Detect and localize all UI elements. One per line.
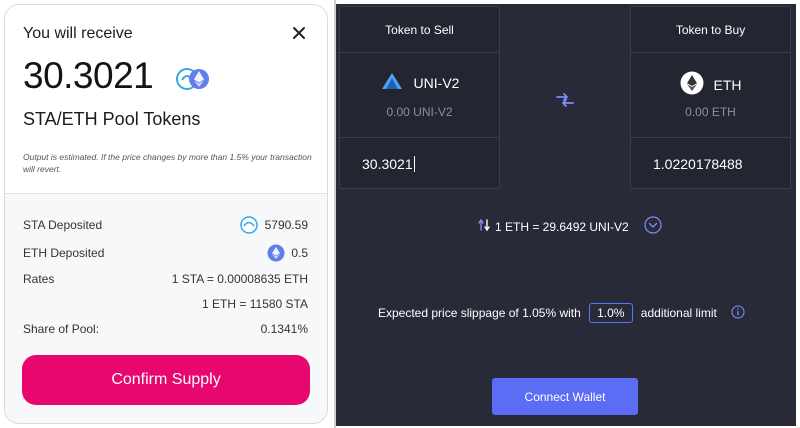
buy-token-symbol: ETH bbox=[713, 76, 742, 93]
buy-token-balance: 0.00 ETH bbox=[685, 105, 736, 119]
confirm-supply-button[interactable]: Confirm Supply bbox=[22, 355, 310, 405]
info-icon[interactable] bbox=[731, 304, 745, 322]
share-of-pool-value: 0.1341% bbox=[260, 322, 308, 336]
buy-amount-input[interactable]: 1.0220178488 bbox=[631, 138, 790, 190]
share-of-pool-label: Share of Pool: bbox=[23, 322, 100, 336]
exchange-rate-text: 1 ETH = 29.6492 UNI-V2 bbox=[495, 219, 629, 234]
sell-token-symbol: UNI-V2 bbox=[413, 74, 460, 91]
eth-deposited-value: 0.5 bbox=[291, 246, 308, 260]
sell-amount-input[interactable]: 30.3021 bbox=[340, 138, 499, 190]
estimate-note: Output is estimated. If the price change… bbox=[23, 152, 312, 174]
buy-token-selector[interactable]: ETH 0.00 ETH bbox=[631, 53, 790, 138]
confirm-supply-modal: You will receive 30.3021 STA/ETH Pool To… bbox=[5, 5, 327, 423]
buy-card-header: Token to Buy bbox=[631, 7, 790, 53]
chevron-down-icon[interactable] bbox=[644, 216, 662, 237]
rate-sta-eth: 1 STA = 0.00008635 ETH bbox=[171, 272, 308, 286]
rate-arrows-icon bbox=[478, 218, 490, 235]
close-icon[interactable] bbox=[289, 23, 309, 43]
eth-icon bbox=[680, 71, 704, 98]
sell-card-header: Token to Sell bbox=[340, 7, 499, 53]
buy-token-row: ETH bbox=[631, 71, 790, 98]
slippage-text: Expected price slippage of 1.05% with bbox=[378, 306, 581, 320]
slippage-suffix: additional limit bbox=[640, 306, 717, 320]
rates-label: Rates bbox=[23, 272, 55, 286]
sta-deposited-value: 5790.59 bbox=[264, 218, 308, 232]
buy-token-card: Token to Buy ETH 0.00 ETH 1.0220178488 bbox=[630, 6, 791, 189]
sell-token-selector[interactable]: UNI-V2 0.00 UNI-V2 bbox=[340, 53, 499, 138]
exchange-panel: Token to Sell UNI-V2 0.00 UNI-V2 30.3021 bbox=[336, 4, 796, 426]
confirm-supply-panel: You will receive 30.3021 STA/ETH Pool To… bbox=[0, 0, 336, 428]
eth-token-icon bbox=[267, 244, 285, 262]
pool-token-label: STA/ETH Pool Tokens bbox=[23, 109, 201, 129]
sell-amount-value: 30.3021 bbox=[362, 156, 413, 172]
slippage-row: Expected price slippage of 1.05% with 1.… bbox=[378, 303, 745, 323]
slippage-limit-input[interactable]: 1.0% bbox=[588, 303, 633, 323]
modal-title: You will receive bbox=[23, 25, 133, 42]
sta-token-icon bbox=[240, 216, 258, 234]
sta-deposited-label: STA Deposited bbox=[23, 218, 103, 232]
buy-amount-value: 1.0220178488 bbox=[653, 156, 743, 172]
connect-wallet-button[interactable]: Connect Wallet bbox=[492, 378, 638, 415]
eth-deposited-label: ETH Deposited bbox=[23, 246, 105, 260]
sell-token-card: Token to Sell UNI-V2 0.00 UNI-V2 30.3021 bbox=[339, 6, 500, 189]
swap-arrows-icon[interactable] bbox=[554, 91, 576, 109]
modal-summary: You will receive 30.3021 STA/ETH Pool To… bbox=[5, 5, 327, 193]
uni-v2-icon bbox=[380, 71, 404, 94]
text-cursor bbox=[413, 156, 415, 172]
exchange-rate-row: 1 ETH = 29.6492 UNI-V2 bbox=[478, 216, 662, 237]
pool-pair-icon bbox=[175, 67, 211, 91]
sell-token-balance: 0.00 UNI-V2 bbox=[386, 105, 453, 119]
sell-token-row: UNI-V2 bbox=[340, 71, 499, 94]
rate-eth-sta: 1 ETH = 11580 STA bbox=[202, 297, 308, 311]
receive-amount: 30.3021 bbox=[23, 55, 154, 96]
